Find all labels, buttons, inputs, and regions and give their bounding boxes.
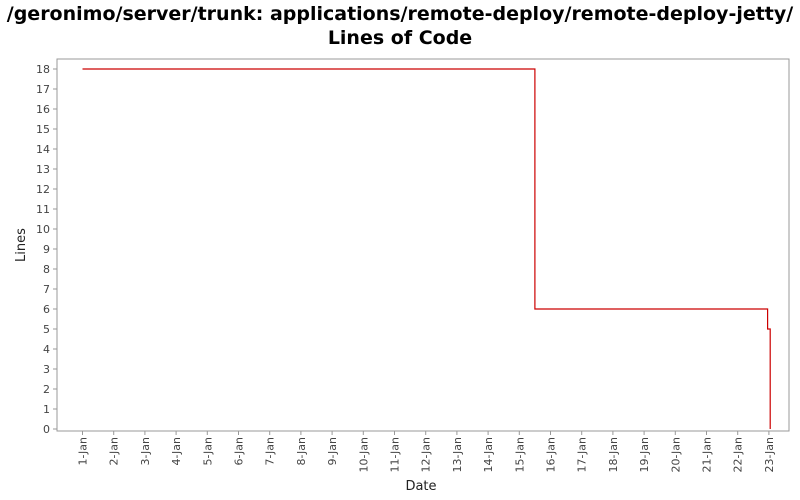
x-tick-label: 17-Jan	[576, 437, 589, 473]
x-axis-label: Date	[405, 479, 436, 494]
x-tick-label: 22-Jan	[732, 437, 745, 473]
x-tick-label: 14-Jan	[482, 437, 495, 473]
x-tick-label: 19-Jan	[638, 437, 651, 473]
x-tick-label: 21-Jan	[701, 437, 714, 473]
x-tick-label: 15-Jan	[513, 437, 526, 473]
y-axis-label: Lines	[14, 228, 29, 262]
x-tick-label: 11-Jan	[389, 437, 402, 473]
y-tick-label: 1	[43, 403, 50, 416]
y-tick-label: 2	[43, 383, 50, 396]
y-tick-label: 7	[43, 283, 50, 296]
x-tick-label: 12-Jan	[420, 437, 433, 473]
y-tick-label: 12	[36, 183, 50, 196]
x-tick-label: 6-Jan	[233, 437, 246, 466]
y-tick-label: 16	[36, 103, 50, 116]
y-tick-label: 4	[43, 343, 50, 356]
x-tick-label: 13-Jan	[451, 437, 464, 473]
y-tick-label: 8	[43, 263, 50, 276]
y-axis: 0123456789101112131415161718	[36, 63, 57, 436]
x-tick-label: 16-Jan	[545, 437, 558, 473]
y-tick-label: 13	[36, 163, 50, 176]
y-tick-label: 14	[36, 143, 50, 156]
x-tick-label: 9-Jan	[326, 437, 339, 466]
x-tick-label: 18-Jan	[607, 437, 620, 473]
y-tick-label: 3	[43, 363, 50, 376]
x-tick-label: 2-Jan	[108, 437, 121, 466]
x-tick-label: 8-Jan	[295, 437, 308, 466]
y-tick-label: 18	[36, 63, 50, 76]
x-tick-label: 4-Jan	[170, 437, 183, 466]
y-tick-label: 15	[36, 123, 50, 136]
x-tick-label: 10-Jan	[357, 437, 370, 473]
chart-svg: 0123456789101112131415161718 1-Jan 2-Jan 3…	[14, 58, 790, 494]
x-tick-label: 3-Jan	[139, 437, 152, 466]
y-tick-label: 6	[43, 303, 50, 316]
y-tick-label: 0	[43, 423, 50, 436]
y-tick-label: 9	[43, 243, 50, 256]
x-tick-label: 1-Jan	[77, 437, 90, 466]
plot-area	[56, 58, 790, 432]
y-tick-label: 17	[36, 83, 50, 96]
y-tick-label: 10	[36, 223, 50, 236]
y-tick-label: 11	[36, 203, 50, 216]
x-axis: 1-Jan 2-Jan 3-Jan 4-Jan 5-Jan 6-Jan 7-Jan 8-Jan…	[77, 431, 776, 473]
x-tick-label: 23-Jan	[763, 437, 776, 473]
x-tick-label: 5-Jan	[201, 437, 214, 466]
x-tick-label: 20-Jan	[669, 437, 682, 473]
y-tick-label: 5	[43, 323, 50, 336]
x-tick-label: 7-Jan	[264, 437, 277, 466]
